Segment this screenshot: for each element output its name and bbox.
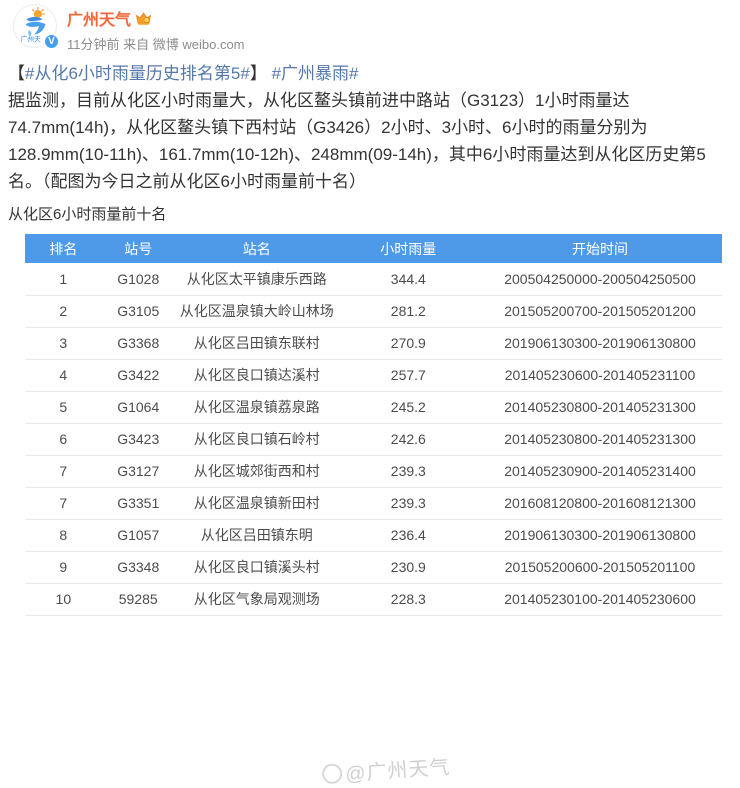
table-cell: G1064 <box>102 391 175 423</box>
table-cell: G3127 <box>102 455 175 487</box>
table-row: 1059285从化区气象局观测场228.3201405230100-201405… <box>25 583 722 615</box>
table-cell: 8 <box>25 519 102 551</box>
table-cell: G3348 <box>102 551 175 583</box>
table-cell: 200504250000-200504250500 <box>478 263 722 295</box>
avatar-caption: 广州天 <box>21 34 41 43</box>
table-cell: 1 <box>25 263 102 295</box>
headline-bracket-close: 】 <box>250 64 267 83</box>
table-cell: 从化区温泉镇荔泉路 <box>175 391 339 423</box>
table-cell: 201405230100-201405230600 <box>478 583 722 615</box>
post-body: 据监测，目前从化区小时雨量大，从化区鳌头镇前进中路站（G3123）1小时雨量达7… <box>8 91 706 191</box>
table-cell: 9 <box>25 551 102 583</box>
table-cell: 344.4 <box>339 263 478 295</box>
column-header: 站名 <box>175 234 339 263</box>
post-meta: 11分钟前 来自 微博 weibo.com <box>67 34 245 53</box>
post-text: 【#从化6小时雨量历史排名第5#】 #广州暴雨# 据监测，目前从化区小时雨量大，… <box>0 54 736 195</box>
table-cell: G3423 <box>102 423 175 455</box>
column-header: 小时雨量 <box>339 234 478 263</box>
source-prefix: 来自 <box>123 37 149 52</box>
watermark-text: @广州天气 <box>344 751 451 787</box>
table-cell: 从化区良口镇石岭村 <box>175 423 339 455</box>
table-cell: 201405230900-201405231400 <box>478 455 722 487</box>
table-row: 8G1057从化区吕田镇东明236.4201906130300-20190613… <box>25 519 722 551</box>
post-header: 广州天 V 广州天气 11分钟前 来自 微博 weibo.com <box>0 0 740 54</box>
table-cell: G1057 <box>102 519 175 551</box>
rain-table-body: 1G1028从化区太平镇康乐西路344.4200504250000-200504… <box>25 263 722 615</box>
table-cell: 201505200600-201505201100 <box>478 551 722 583</box>
source-link[interactable]: 微博 weibo.com <box>153 37 245 52</box>
column-header: 开始时间 <box>478 234 722 263</box>
watermark-logo-icon <box>321 763 342 784</box>
table-cell: G3422 <box>102 359 175 391</box>
table-cell: 201906130300-201906130800 <box>478 519 722 551</box>
table-row: 6G3423从化区良口镇石岭村242.6201405230800-2014052… <box>25 423 722 455</box>
table-cell: 201405230800-201405231300 <box>478 391 722 423</box>
table-row: 9G3348从化区良口镇溪头村230.9201505200600-2015052… <box>25 551 722 583</box>
timestamp: 11分钟前 <box>67 37 120 52</box>
table-cell: 7 <box>25 455 102 487</box>
table-cell: 4 <box>25 359 102 391</box>
table-cell: 230.9 <box>339 551 478 583</box>
table-cell: 281.2 <box>339 295 478 327</box>
author-name[interactable]: 广州天气 <box>67 6 131 30</box>
table-cell: 从化区温泉镇大岭山林场 <box>175 295 339 327</box>
table-row: 3G3368从化区吕田镇东联村270.9201906130300-2019061… <box>25 327 722 359</box>
table-cell: 228.3 <box>339 583 478 615</box>
table-title: 从化区6小时雨量前十名 <box>8 203 740 224</box>
table-row: 2G3105从化区温泉镇大岭山林场281.2201505200700-20150… <box>25 295 722 327</box>
table-cell: 10 <box>25 583 102 615</box>
table-cell: 245.2 <box>339 391 478 423</box>
table-cell: G3351 <box>102 487 175 519</box>
table-cell: 5 <box>25 391 102 423</box>
table-cell: 从化区吕田镇东联村 <box>175 327 339 359</box>
table-cell: 从化区气象局观测场 <box>175 583 339 615</box>
table-cell: 201608120800-201608121300 <box>478 487 722 519</box>
table-row: 1G1028从化区太平镇康乐西路344.4200504250000-200504… <box>25 263 722 295</box>
table-cell: 3 <box>25 327 102 359</box>
table-cell: 242.6 <box>339 423 478 455</box>
table-cell: 从化区城郊街西和村 <box>175 455 339 487</box>
table-cell: 201505200700-201505201200 <box>478 295 722 327</box>
table-cell: G3105 <box>102 295 175 327</box>
table-cell: G1028 <box>102 263 175 295</box>
table-cell: G3368 <box>102 327 175 359</box>
table-cell: 239.3 <box>339 487 478 519</box>
table-cell: 201405230600-201405231100 <box>478 359 722 391</box>
table-cell: 236.4 <box>339 519 478 551</box>
table-cell: 239.3 <box>339 455 478 487</box>
table-cell: 从化区太平镇康乐西路 <box>175 263 339 295</box>
watermark: @广州天气 <box>321 751 451 788</box>
table-row: 7G3127从化区城郊街西和村239.3201405230900-2014052… <box>25 455 722 487</box>
hashtag-link-rainstorm[interactable]: #广州暴雨# <box>272 64 359 83</box>
table-row: 5G1064从化区温泉镇荔泉路245.2201405230800-2014052… <box>25 391 722 423</box>
table-cell: 201405230800-201405231300 <box>478 423 722 455</box>
table-cell: 从化区温泉镇新田村 <box>175 487 339 519</box>
verified-badge-icon: V <box>44 34 59 49</box>
headline-bracket-open: 【 <box>8 64 25 83</box>
table-cell: 7 <box>25 487 102 519</box>
table-row: 4G3422从化区良口镇达溪村257.7201405230600-2014052… <box>25 359 722 391</box>
rainfall-table-image[interactable]: 从化区6小时雨量前十名 排名站号站名小时雨量开始时间 1G1028从化区太平镇康… <box>0 203 740 616</box>
table-row: 7G3351从化区温泉镇新田村239.3201608120800-2016081… <box>25 487 722 519</box>
table-cell: 6 <box>25 423 102 455</box>
vip-crown-icon[interactable] <box>135 11 152 26</box>
table-cell: 270.9 <box>339 327 478 359</box>
rainfall-table: 排名站号站名小时雨量开始时间 1G1028从化区太平镇康乐西路344.42005… <box>25 234 722 616</box>
table-cell: 59285 <box>102 583 175 615</box>
avatar[interactable]: 广州天 V <box>13 4 57 48</box>
table-cell: 2 <box>25 295 102 327</box>
rain-table-head-row: 排名站号站名小时雨量开始时间 <box>25 234 722 263</box>
hashtag-link-rank[interactable]: #从化6小时雨量历史排名第5# <box>25 64 250 83</box>
table-cell: 从化区吕田镇东明 <box>175 519 339 551</box>
column-header: 站号 <box>102 234 175 263</box>
table-cell: 从化区良口镇达溪村 <box>175 359 339 391</box>
table-cell: 257.7 <box>339 359 478 391</box>
column-header: 排名 <box>25 234 102 263</box>
table-cell: 201906130300-201906130800 <box>478 327 722 359</box>
table-cell: 从化区良口镇溪头村 <box>175 551 339 583</box>
